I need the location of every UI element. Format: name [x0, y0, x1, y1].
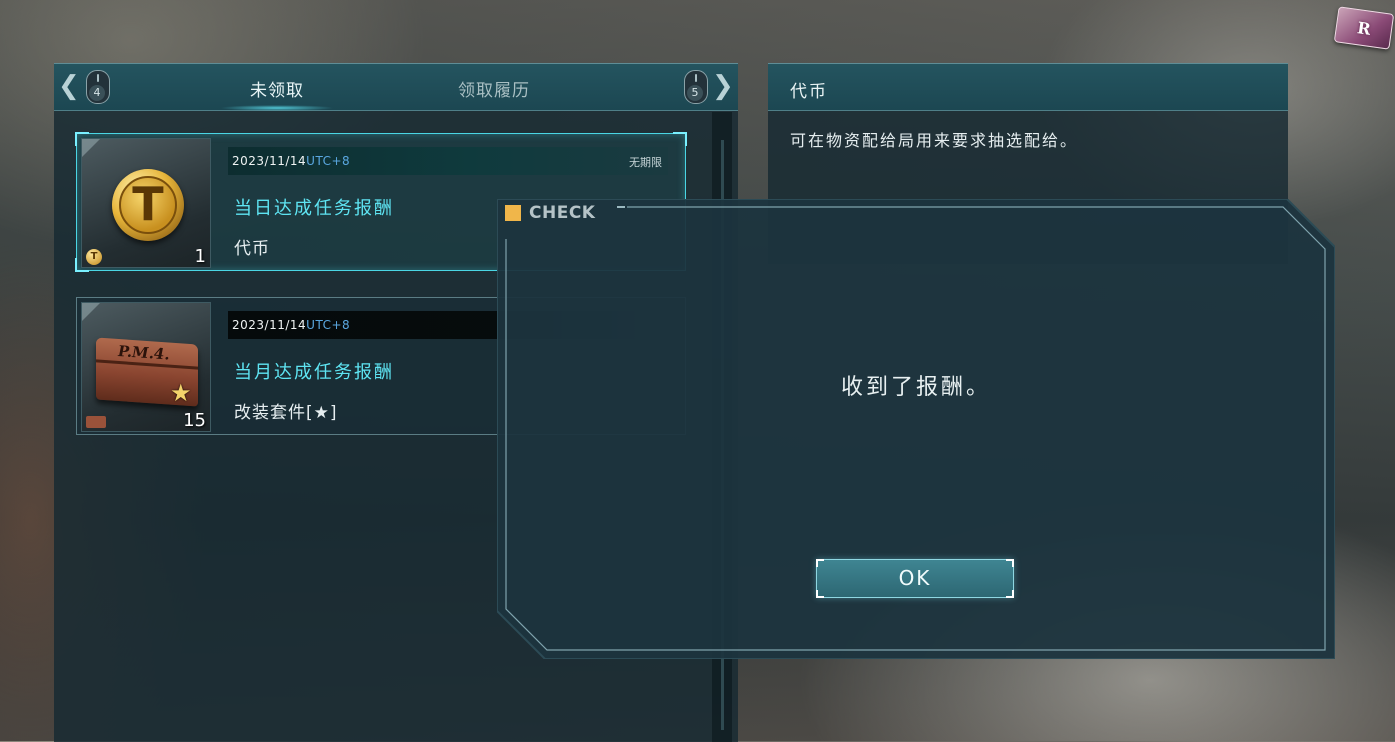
token-small-icon: T [86, 249, 102, 265]
reward-quantity: 15 [183, 410, 206, 431]
ok-button[interactable]: OK [816, 559, 1014, 598]
token-coin-icon: T [112, 169, 184, 241]
ticket-icon[interactable]: R [1333, 6, 1395, 50]
check-dialog: CHECK 收到了报酬。 OK [497, 199, 1335, 659]
reward-expiry: 无期限 [629, 156, 662, 169]
chevron-right-icon[interactable]: ❯ [712, 73, 734, 99]
button-corner [1006, 559, 1014, 567]
dialog-message: 收到了报酬。 [840, 375, 991, 400]
reward-item-name: 代币 [234, 239, 270, 259]
ok-button-label: OK [898, 566, 932, 590]
star-icon: ★ [170, 379, 192, 407]
reward-name: 当月达成任务报酬 [234, 362, 394, 383]
tab-unclaimed[interactable]: 未领取 [220, 76, 334, 111]
dialog-title: CHECK [505, 203, 595, 223]
button-corner [1006, 590, 1014, 598]
mouse-button-icon: 4 [86, 70, 110, 104]
reward-thumbnail: P.M.4. ★ 15 [81, 302, 211, 432]
reward-date: 2023/11/14UTC+8 [232, 318, 351, 332]
reward-thumbnail: T T 1 [81, 138, 211, 268]
chevron-left-icon[interactable]: ❮ [58, 73, 80, 99]
date-bar: 2023/11/14UTC+8 无期限 [228, 147, 668, 175]
detail-header: 代币 [768, 64, 1288, 111]
selection-corner [673, 132, 687, 146]
detail-description: 可在物资配给局用来要求抽选配给。 [790, 131, 1079, 150]
tab-bar: ❮ 4 未领取 领取履历 5 ❯ [54, 64, 738, 111]
tab-claim-history[interactable]: 领取履历 [458, 76, 530, 101]
reward-name: 当日达成任务报酬 [234, 198, 394, 219]
dialog-title-text: CHECK [529, 203, 596, 223]
reward-date: 2023/11/14UTC+8 [232, 154, 351, 168]
coin-letter: T [132, 177, 164, 231]
reward-item-name: 改装套件[★] [234, 403, 338, 423]
key-hint-left: 4 [89, 85, 105, 101]
title-square-icon [505, 205, 521, 221]
button-corner [816, 559, 824, 567]
toolbox-small-icon [86, 416, 106, 428]
reward-quantity: 1 [194, 246, 206, 267]
ticket-label: R [1356, 17, 1372, 39]
mouse-button-icon: 5 [684, 70, 708, 104]
detail-title: 代币 [790, 82, 828, 102]
key-hint-right: 5 [687, 85, 703, 101]
toolbox-label: P.M.4. [118, 341, 170, 364]
button-corner [816, 590, 824, 598]
